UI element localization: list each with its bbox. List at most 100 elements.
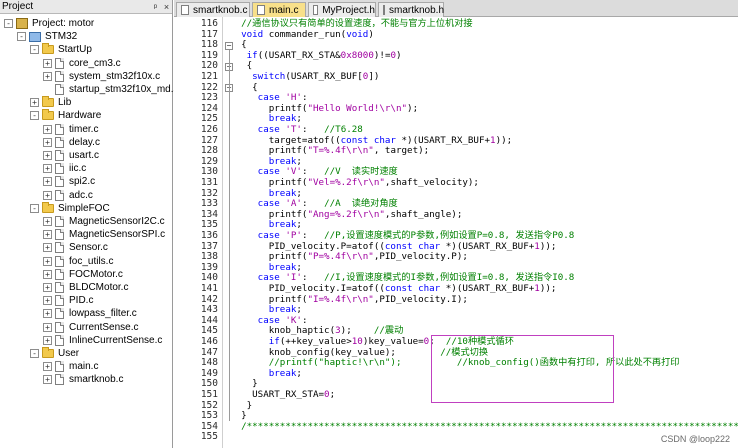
tree-item-label: MagneticSensorI2C.c <box>69 216 165 227</box>
tree-file-item[interactable]: + MagneticSensorSPI.c <box>43 228 165 241</box>
code-token-kw: break <box>268 187 297 199</box>
expand-icon[interactable]: + <box>43 151 52 160</box>
expand-icon[interactable]: + <box>43 137 52 147</box>
expand-icon[interactable]: + <box>43 269 52 279</box>
tab-myproject-h[interactable]: MyProject.h <box>308 2 376 17</box>
code-token-str: 'V' <box>285 166 302 178</box>
code-token: ((USART_RX_STA& <box>257 49 341 61</box>
tree-file-item[interactable]: startup_stm32f10x_md.s <box>43 83 179 96</box>
tree-item-label: spi2.c <box>69 176 96 188</box>
code-token-str: "T=%.4f\r\n" <box>307 145 374 157</box>
tree-file-item[interactable]: + usart.c <box>43 149 99 162</box>
tree-folder-item[interactable]: - User <box>30 347 79 360</box>
tree-folder-item[interactable]: - StartUp <box>30 43 92 56</box>
expand-icon[interactable]: + <box>43 243 52 253</box>
tree-file-item[interactable]: + BLDCMotor.c <box>43 281 128 294</box>
collapse-icon[interactable]: - <box>30 111 39 121</box>
tab-main-c[interactable]: main.c <box>252 2 306 17</box>
pin-icon[interactable]: ᵖ <box>150 2 161 12</box>
expand-icon[interactable]: + <box>43 322 52 332</box>
file-icon <box>55 361 64 373</box>
tree-folder-item[interactable]: - Hardware <box>30 109 101 122</box>
tree-file-item[interactable]: + Sensor.c <box>43 241 108 254</box>
tree-item-label: lowpass_filter.c <box>69 308 137 320</box>
code-token-kw: case <box>257 124 280 135</box>
file-icon <box>55 308 64 320</box>
expand-icon[interactable]: + <box>43 190 52 200</box>
tree-item-label: CurrentSense.c <box>69 321 139 333</box>
tree-project-item[interactable]: - Project: motor <box>4 17 94 30</box>
tree-folder-item[interactable]: + Lib <box>30 96 71 109</box>
tree-file-item[interactable]: + main.c <box>43 360 98 373</box>
code-token-kw: case <box>257 166 280 178</box>
file-icon <box>55 123 64 135</box>
tree-file-item[interactable]: + FOCMotor.c <box>43 268 123 281</box>
expand-icon[interactable]: + <box>43 164 52 174</box>
tree-file-item[interactable]: + smartknob.c <box>43 373 123 386</box>
tree-file-item[interactable]: + iic.c <box>43 162 86 175</box>
file-icon <box>55 229 64 241</box>
watermark: CSDN @loop222 <box>660 434 730 444</box>
code-token-cm: /***************************************… <box>230 420 738 432</box>
expand-icon[interactable]: + <box>43 375 52 385</box>
tree-file-item[interactable]: + MagneticSensorI2C.c <box>43 215 165 228</box>
collapse-icon[interactable]: - <box>30 203 39 213</box>
expand-icon[interactable]: + <box>43 283 52 292</box>
code-token: : <box>301 198 325 210</box>
collapse-icon[interactable]: - <box>30 45 39 55</box>
tree-file-item[interactable]: + spi2.c <box>43 175 95 188</box>
expand-icon[interactable]: + <box>43 124 52 134</box>
file-icon <box>313 5 319 15</box>
expand-icon[interactable]: + <box>43 296 52 306</box>
tree-file-item[interactable]: + lowpass_filter.c <box>43 307 137 320</box>
tree-file-item[interactable]: + InlineCurrentSense.c <box>43 334 162 347</box>
collapse-icon[interactable]: - <box>17 32 26 42</box>
tree-file-item[interactable]: + PID.c <box>43 294 93 307</box>
collapse-icon[interactable]: - <box>4 19 13 28</box>
expand-icon[interactable]: + <box>43 335 52 345</box>
code-token-str: "Hello World!\r\n" <box>307 102 408 114</box>
line-number: 155 <box>200 431 218 443</box>
expand-icon[interactable]: + <box>43 177 52 187</box>
code-token: knob_config(key_value); <box>230 346 441 358</box>
code-editor[interactable]: 116 117 118 119 120 121 122 123 124 125 126 127 128 1… <box>174 17 738 448</box>
expand-icon[interactable]: + <box>43 230 52 240</box>
expand-icon[interactable]: + <box>30 98 39 108</box>
line-number: 151 <box>200 389 218 400</box>
code-token-str: 'K' <box>285 314 302 326</box>
tree-file-item[interactable]: + core_cm3.c <box>43 57 121 70</box>
tree-file-item[interactable]: + system_stm32f10x.c <box>43 70 160 83</box>
expand-icon[interactable]: + <box>43 58 52 68</box>
expand-icon[interactable]: + <box>43 71 52 81</box>
tab-smartknob-c[interactable]: smartknob.c <box>176 2 250 17</box>
tree-file-item[interactable]: + foc_utils.c <box>43 255 113 268</box>
tab-label: smartknob.c <box>193 4 248 16</box>
file-icon <box>55 374 64 386</box>
tree-item-label: Project: motor <box>32 18 95 29</box>
close-icon[interactable]: × <box>161 2 172 12</box>
tab-smartknob-h[interactable]: smartknob.h <box>378 2 444 17</box>
tree-file-item[interactable]: + CurrentSense.c <box>43 321 138 334</box>
code-token-kw: const char <box>384 240 441 252</box>
code-token: { <box>230 81 258 93</box>
code-token-kw: const char <box>340 134 396 146</box>
expand-icon[interactable]: + <box>43 256 52 266</box>
tree-file-item[interactable]: + timer.c <box>43 123 98 136</box>
code-token-cm: //P,设置速度模式的P参数,例如设置P=0.8, 发送指令P0.8 <box>324 230 575 241</box>
code-token: ]) <box>368 71 380 82</box>
expand-icon[interactable]: + <box>43 309 52 319</box>
tree-file-item[interactable]: + delay.c <box>43 136 100 149</box>
tree-folder-item[interactable]: - SimpleFOC <box>30 201 110 215</box>
code-token-kw: case <box>257 230 280 241</box>
code-token: *)(USART_RX_BUF+ <box>440 283 535 294</box>
expand-icon[interactable]: + <box>43 362 52 372</box>
tree-target-item[interactable]: - STM32 <box>17 30 77 43</box>
tree-file-item[interactable]: + adc.c <box>43 189 93 202</box>
code-token: ; <box>296 304 302 316</box>
collapse-icon[interactable]: - <box>30 349 39 358</box>
code-token-str: "I=%.4f\r\n" <box>307 293 374 305</box>
expand-icon[interactable]: + <box>43 217 52 226</box>
